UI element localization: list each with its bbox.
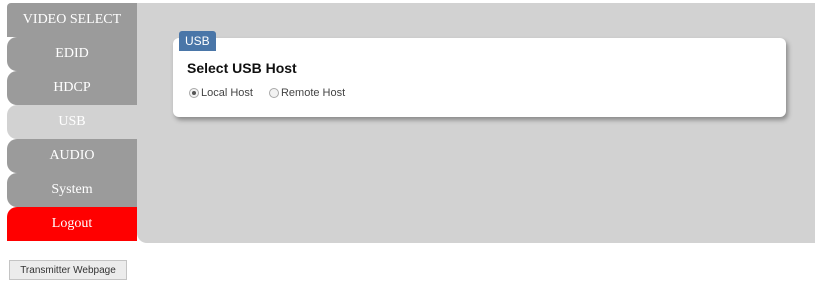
main-content: Select USB Host Local Host Remote Host U… [137, 3, 815, 243]
panel-tag: USB [179, 31, 216, 51]
sidebar-item-edid[interactable]: EDID [7, 37, 137, 71]
usb-host-panel: Select USB Host Local Host Remote Host [173, 38, 786, 117]
sidebar-item-usb[interactable]: USB [7, 105, 137, 139]
local-host-option[interactable]: Local Host [189, 87, 253, 99]
remote-host-radio[interactable] [268, 88, 279, 98]
sidebar-item-system[interactable]: System [7, 173, 137, 207]
sidebar-item-hdcp[interactable]: HDCP [7, 71, 137, 105]
sidebar-nav: VIDEO SELECT EDID HDCP USB AUDIO System … [7, 3, 137, 241]
logout-button[interactable]: Logout [7, 207, 137, 241]
remote-host-option[interactable]: Remote Host [268, 87, 346, 99]
remote-host-label: Remote Host [280, 87, 346, 99]
sidebar-item-video-select[interactable]: VIDEO SELECT [7, 3, 137, 37]
local-host-radio[interactable] [189, 88, 199, 98]
usb-host-options: Local Host Remote Host [189, 87, 361, 99]
sidebar-item-audio[interactable]: AUDIO [7, 139, 137, 173]
transmitter-webpage-button[interactable]: Transmitter Webpage [9, 260, 127, 280]
panel-title: Select USB Host [187, 60, 297, 76]
local-host-label: Local Host [201, 87, 253, 99]
